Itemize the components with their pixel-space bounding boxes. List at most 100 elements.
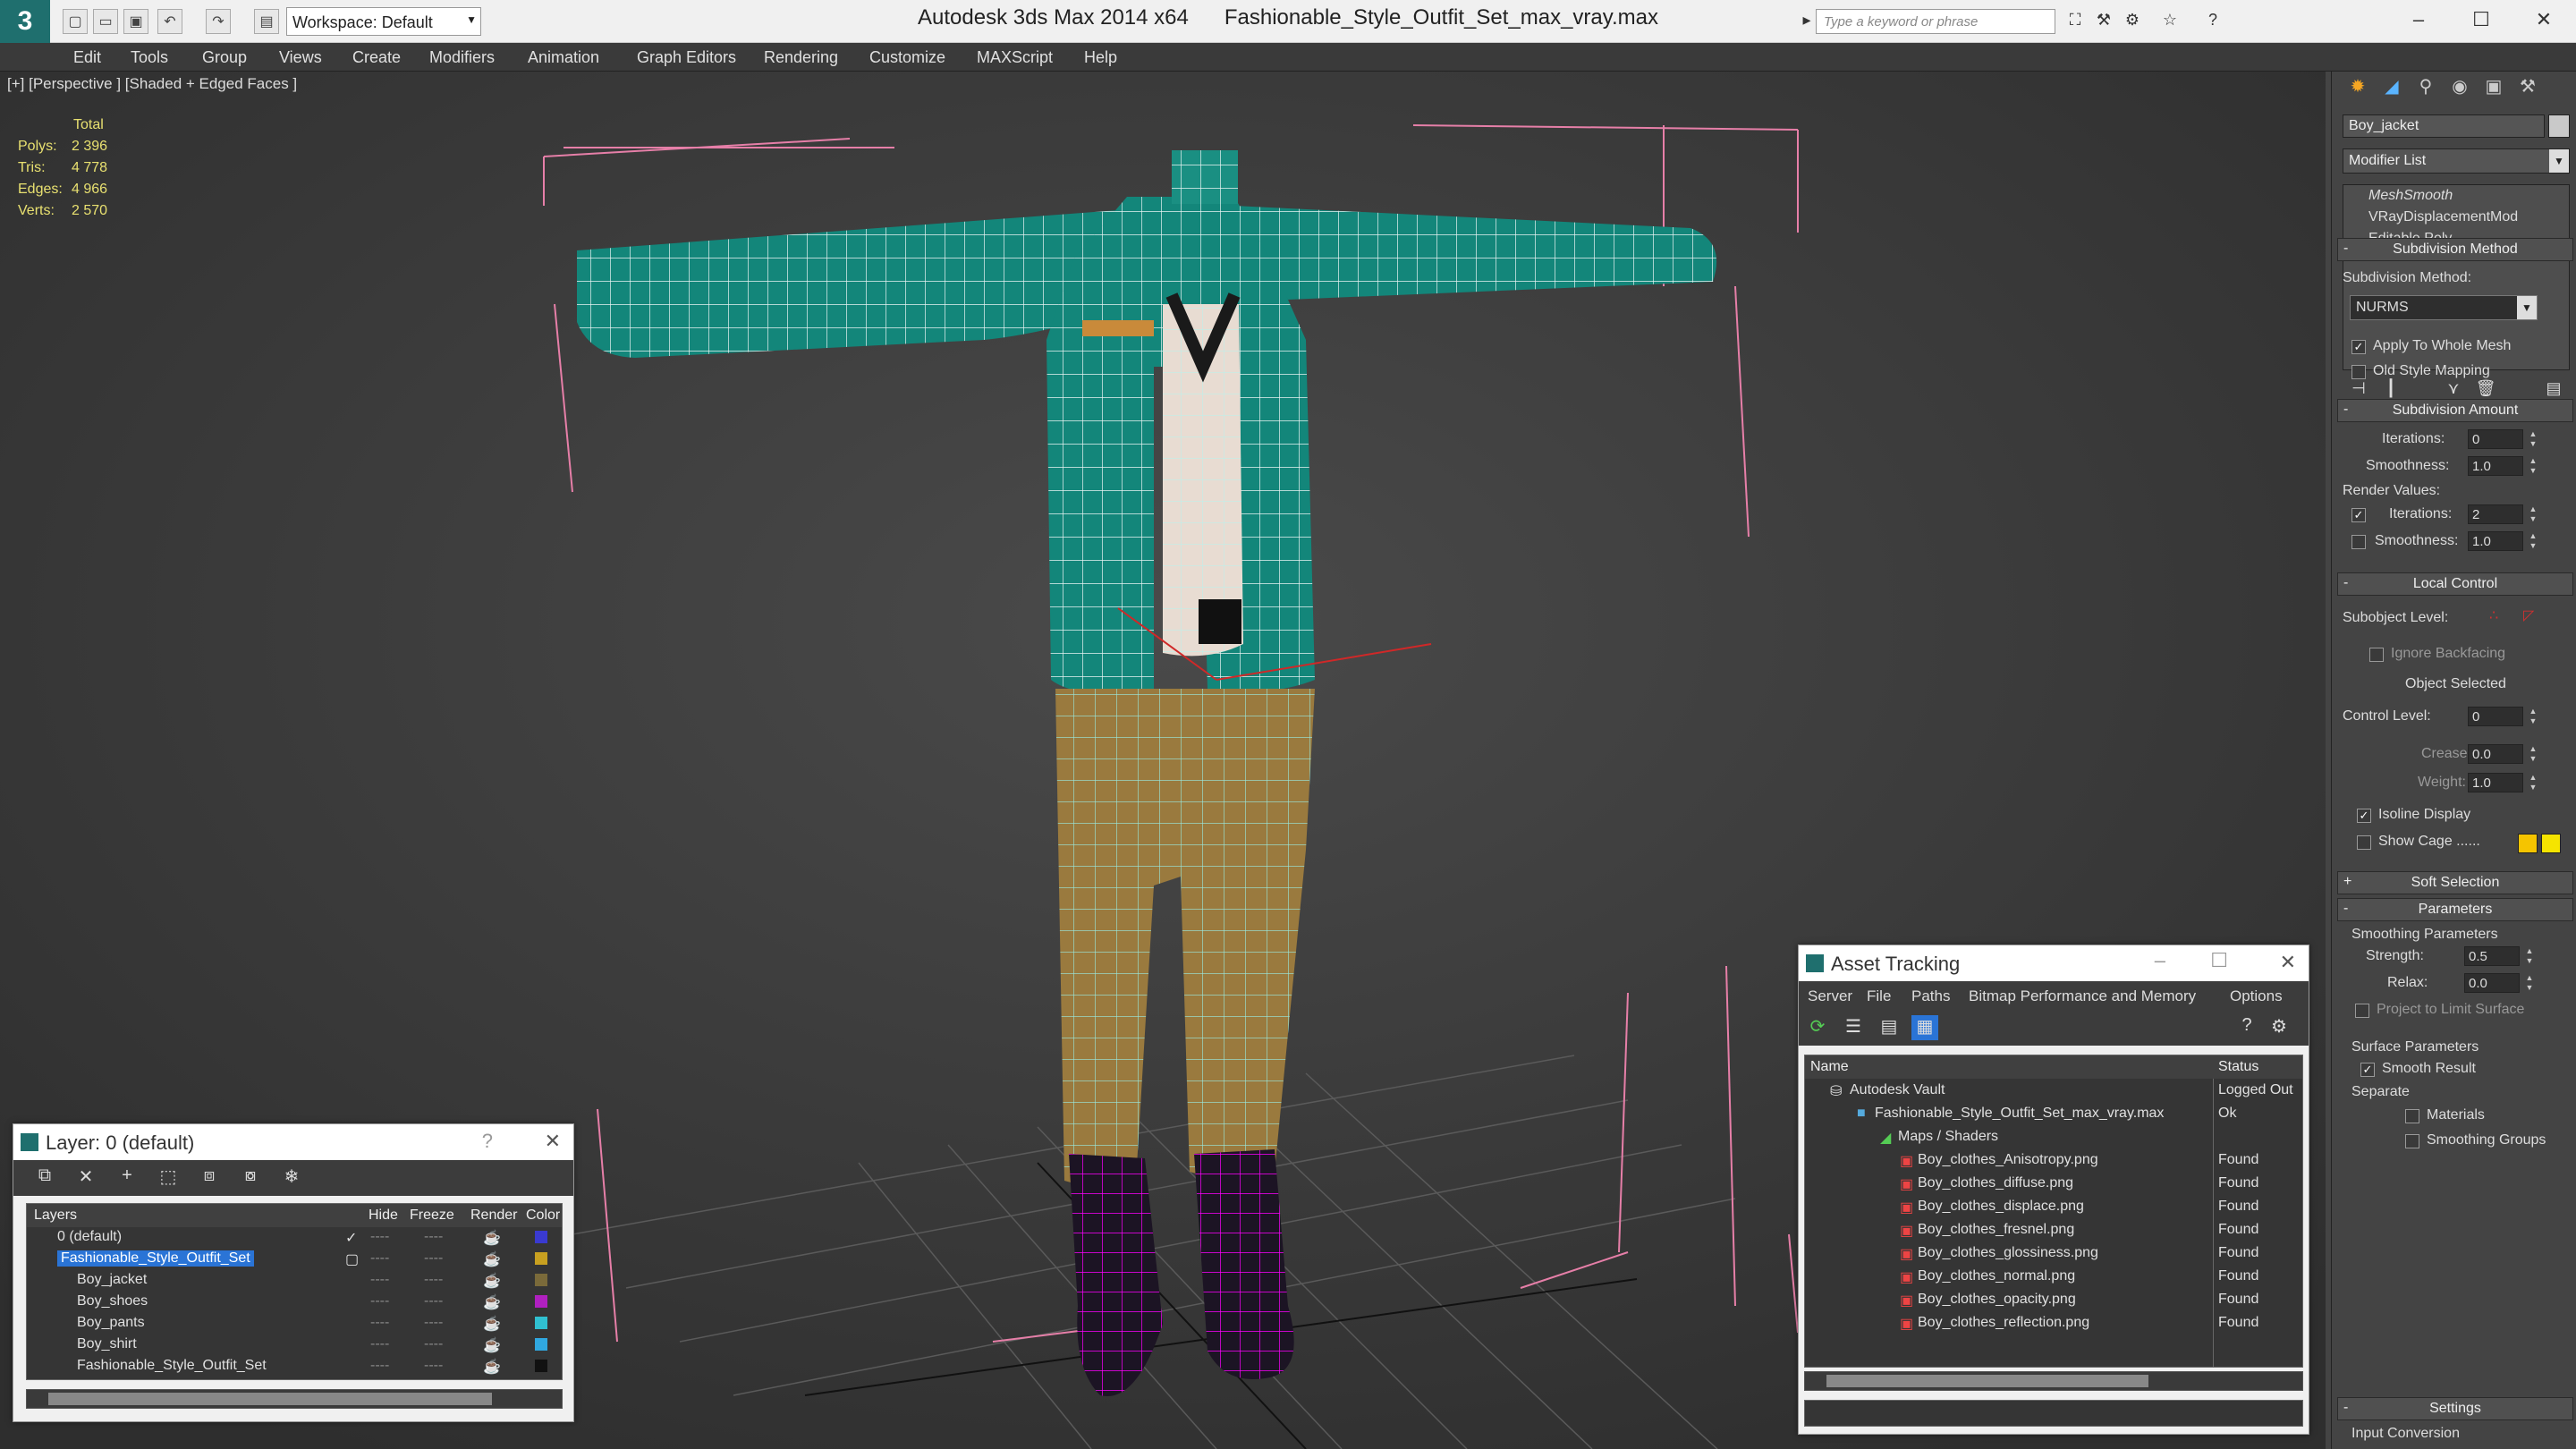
layer-color-swatch[interactable] <box>535 1252 547 1265</box>
spinner-arrows-icon[interactable]: ▲ ▼ <box>2527 744 2539 764</box>
freeze-toggle[interactable]: ---- <box>424 1336 443 1352</box>
hide-toggle[interactable]: ---- <box>370 1358 389 1374</box>
configure-sets-icon[interactable]: ▤ <box>2541 379 2566 398</box>
menu-create[interactable]: Create <box>352 48 401 67</box>
menu-paths[interactable]: Paths <box>1911 987 1950 1005</box>
help-icon[interactable]: ? <box>2202 11 2224 32</box>
display-tab-icon[interactable]: ▣ <box>2480 75 2507 102</box>
motion-tab-icon[interactable]: ◉ <box>2446 75 2473 102</box>
cage-color-swatch-1[interactable] <box>2518 834 2538 853</box>
project-folder-icon[interactable]: ▤ <box>254 9 279 34</box>
menu-rendering[interactable]: Rendering <box>764 48 838 67</box>
search-arrow-icon[interactable]: ▸ <box>1796 11 1818 32</box>
render-teapot-icon[interactable]: ☕ <box>483 1358 501 1376</box>
asset-row[interactable]: ▣ Boy_clothes_fresnel.png Found <box>1805 1220 2302 1241</box>
freeze-all-layers-icon[interactable]: ❄ <box>278 1165 305 1191</box>
redo-icon[interactable]: ↷ <box>206 9 231 34</box>
layer-list-scrollbar[interactable] <box>26 1389 563 1409</box>
layer-color-swatch[interactable] <box>535 1231 547 1243</box>
menu-graph-editors[interactable]: Graph Editors <box>637 48 736 67</box>
subdivision-method-rollout[interactable]: - Subdivision Method <box>2337 238 2573 261</box>
control-level-spinner[interactable]: 0 <box>2468 707 2523 726</box>
menu-edit[interactable]: Edit <box>73 48 101 67</box>
hide-toggle[interactable]: ---- <box>370 1250 389 1267</box>
hide-toggle[interactable]: ---- <box>370 1272 389 1288</box>
render-teapot-icon[interactable]: ☕ <box>483 1250 501 1268</box>
menu-bitmap-performance[interactable]: Bitmap Performance and Memory <box>1969 987 2196 1005</box>
layer-row[interactable]: Boy_shoes ---- ---- ☕ <box>27 1292 562 1313</box>
layer-row[interactable]: Fashionable_Style_Outfit_Set ---- ---- ☕ <box>27 1356 562 1377</box>
strength-spinner[interactable]: 0.5 <box>2464 946 2520 966</box>
asset-row[interactable]: ▣ Boy_clothes_reflection.png Found <box>1805 1313 2302 1335</box>
detail-view-icon[interactable]: ▤ <box>1876 1015 1902 1040</box>
column-status[interactable]: Status <box>2218 1059 2258 1075</box>
edge-subobject-icon[interactable]: ◸ <box>2523 606 2534 624</box>
highlight-layer-icon[interactable]: ⧈ <box>196 1165 223 1191</box>
create-layer-icon[interactable]: ⧉ <box>31 1165 58 1191</box>
asset-path-field[interactable] <box>1804 1400 2303 1427</box>
table-view-icon[interactable]: ▦ <box>1911 1015 1938 1040</box>
communication-icon[interactable]: ⚙ <box>2122 11 2143 32</box>
render-iterations-checkbox[interactable]: ✓ <box>2351 508 2366 522</box>
render-teapot-icon[interactable]: ☕ <box>483 1272 501 1290</box>
menu-maxscript[interactable]: MAXScript <box>977 48 1053 67</box>
minimize-icon[interactable]: – <box>2155 949 2165 972</box>
freeze-toggle[interactable]: ---- <box>424 1315 443 1331</box>
hide-all-layers-icon[interactable]: ⧇ <box>237 1165 264 1191</box>
modifier-list-dropdown[interactable]: Modifier List ▼ <box>2343 148 2570 174</box>
minimize-icon[interactable]: – <box>2392 4 2445 36</box>
iterations-spinner[interactable]: 0 <box>2468 429 2523 449</box>
layer-row[interactable]: Boy_pants ---- ---- ☕ <box>27 1313 562 1335</box>
layer-color-swatch[interactable] <box>535 1360 547 1372</box>
freeze-toggle[interactable]: ---- <box>424 1293 443 1309</box>
modify-tab-icon[interactable]: ◢ <box>2378 75 2405 102</box>
hide-toggle[interactable]: ---- <box>370 1336 389 1352</box>
spinner-arrows-icon[interactable]: ▲ ▼ <box>2527 429 2539 449</box>
maximize-icon[interactable]: ☐ <box>2454 4 2508 36</box>
spinner-arrows-icon[interactable]: ▲ ▼ <box>2527 456 2539 476</box>
menu-group[interactable]: Group <box>202 48 247 67</box>
menu-customize[interactable]: Customize <box>869 48 945 67</box>
settings-rollout[interactable]: - Settings <box>2337 1397 2573 1420</box>
parameters-rollout[interactable]: - Parameters <box>2337 898 2573 921</box>
ignore-backfacing-checkbox[interactable] <box>2369 648 2384 662</box>
save-file-icon[interactable]: ▣ <box>123 9 148 34</box>
show-cage-checkbox[interactable] <box>2357 835 2371 850</box>
layer-row[interactable]: Fashionable_Style_Outfit_Set ▢ ---- ----… <box>27 1249 562 1270</box>
asset-list-scrollbar[interactable] <box>1804 1371 2303 1391</box>
asset-row[interactable]: ⛁ Autodesk Vault Logged Out <box>1805 1080 2302 1102</box>
boy-shirt-mesh[interactable] <box>1163 292 1243 657</box>
subdivision-method-select[interactable]: NURMS ▼ <box>2350 295 2538 320</box>
binoculars-icon[interactable]: ⛶ <box>2064 11 2086 32</box>
stack-item-vraydisplacement[interactable]: VRayDisplacementMod <box>2343 207 2569 228</box>
freeze-toggle[interactable]: ---- <box>424 1250 443 1267</box>
render-teapot-icon[interactable]: ☕ <box>483 1315 501 1333</box>
new-file-icon[interactable]: ▢ <box>63 9 88 34</box>
layer-color-swatch[interactable] <box>535 1317 547 1329</box>
workspace-dropdown[interactable]: Workspace: Default ▼ <box>286 7 481 36</box>
column-color[interactable]: Color <box>526 1208 560 1224</box>
render-teapot-icon[interactable]: ☕ <box>483 1229 501 1247</box>
scrollbar-thumb[interactable] <box>48 1393 492 1405</box>
asset-row[interactable]: ◢ Maps / Shaders <box>1805 1127 2302 1148</box>
close-icon[interactable]: ✕ <box>545 1130 561 1153</box>
spinner-arrows-icon[interactable]: ▲ ▼ <box>2523 946 2536 966</box>
delete-layer-icon[interactable]: ✕ <box>72 1165 99 1191</box>
asset-row[interactable]: ▣ Boy_clothes_diffuse.png Found <box>1805 1174 2302 1195</box>
vertex-subobject-icon[interactable]: ∴ <box>2489 606 2498 624</box>
asset-row[interactable]: ▣ Boy_clothes_displace.png Found <box>1805 1197 2302 1218</box>
asset-row[interactable]: ▣ Boy_clothes_opacity.png Found <box>1805 1290 2302 1311</box>
viewport-label[interactable]: [+] [Perspective ] [Shaded + Edged Faces… <box>7 75 297 93</box>
asset-row[interactable]: ▣ Boy_clothes_normal.png Found <box>1805 1267 2302 1288</box>
materials-checkbox[interactable] <box>2405 1109 2419 1123</box>
layer-row[interactable]: Boy_shirt ---- ---- ☕ <box>27 1335 562 1356</box>
freeze-toggle[interactable]: ---- <box>424 1358 443 1374</box>
soft-selection-rollout[interactable]: + Soft Selection <box>2337 871 2573 894</box>
pin-stack-icon[interactable]: ⊣ <box>2346 379 2371 398</box>
old-style-mapping-checkbox[interactable] <box>2351 365 2366 379</box>
hide-toggle[interactable]: ---- <box>370 1229 389 1245</box>
app-logo-button[interactable]: 3 <box>0 0 50 43</box>
asset-window-titlebar[interactable]: Asset Tracking – ☐ ✕ <box>1799 945 2309 981</box>
refresh-icon[interactable]: ⟳ <box>1804 1015 1831 1040</box>
show-end-result-icon[interactable]: ┃ <box>2378 379 2403 398</box>
